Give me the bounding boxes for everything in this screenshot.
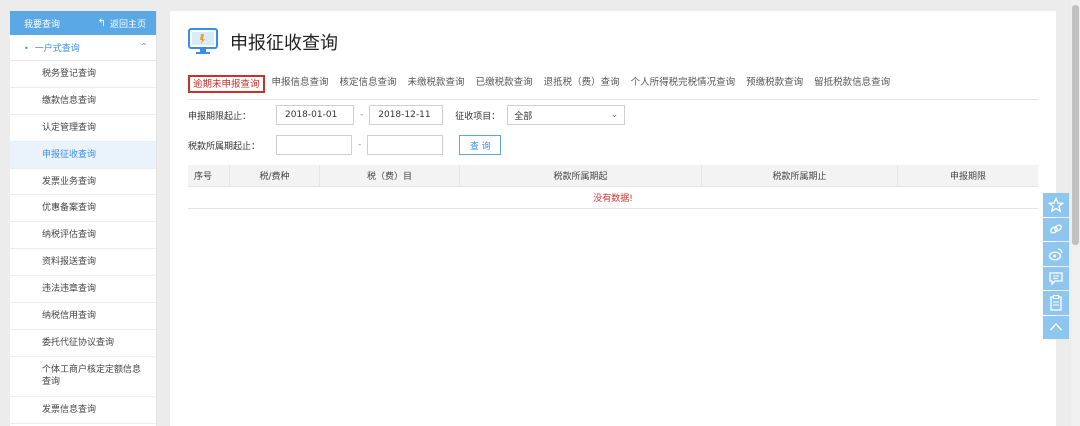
weibo-icon — [1048, 248, 1063, 261]
chevron-down-icon: ⌄ — [610, 110, 619, 120]
favorite-button[interactable] — [1043, 193, 1069, 217]
bullet-icon: • — [24, 44, 29, 53]
no-data-message: 没有数据! — [593, 194, 633, 204]
page-scrollbar[interactable] — [1071, 0, 1080, 426]
period-separator: - — [360, 110, 364, 120]
sidebar-item-label: 申报征收查询 — [42, 149, 97, 160]
project-select-value: 全部 — [514, 111, 533, 122]
sidebar-item-label: 纳税评估查询 — [42, 230, 97, 241]
link-icon — [1050, 224, 1062, 234]
scrollbar-thumb[interactable] — [1072, 5, 1079, 245]
sidebar-header: 我要查询 ↰ 返回主页 — [10, 11, 156, 35]
page-header: 申报征收查询 — [188, 28, 338, 56]
tab-prepaid-tax[interactable]: 预缴税款查询 — [742, 75, 807, 93]
chevron-up-icon — [1049, 323, 1063, 331]
column-header: 序号 — [188, 164, 230, 187]
sidebar-item-tax-registration[interactable]: 税务登记查询 — [10, 61, 156, 88]
sidebar-item-label: 资料报送查询 — [42, 257, 97, 268]
column-header: 税/费种 — [230, 164, 320, 187]
return-arrow-icon: ↰ — [97, 17, 106, 29]
link-button[interactable] — [1043, 217, 1069, 241]
sidebar-group-label: 一户式查询 — [34, 44, 80, 54]
results-table: 序号 税/费种 税（费）目 税款所属期起 税款所属期止 申报期限 没有数据! — [188, 164, 1038, 209]
sidebar-item-document-submission[interactable]: 资料报送查询 — [10, 249, 156, 277]
sidebar-group-one-stop-query[interactable]: • 一户式查询 ⌃ — [10, 35, 156, 61]
monitor-icon — [188, 28, 218, 56]
sidebar-item-label: 优惠备案查询 — [42, 203, 97, 214]
period-label: 申报期限起止： — [188, 111, 252, 122]
tax-period-start-input[interactable] — [276, 135, 352, 155]
sidebar: 我要查询 ↰ 返回主页 • 一户式查询 ⌃ 税务登记查询 缴款信息查询 认定管理查… — [10, 11, 157, 426]
sidebar-item-payment-info[interactable]: 缴款信息查询 — [10, 88, 156, 115]
tab-bar: 逾期未申报查询 申报信息查询 核定信息查询 未缴税款查询 已缴税款查询 退抵税（… — [188, 68, 1038, 100]
tax-period-label: 税款所属期起止： — [188, 141, 261, 152]
main-panel: 申报征收查询 逾期未申报查询 申报信息查询 核定信息查询 未缴税款查询 已缴税款… — [170, 11, 1056, 426]
sidebar-item-individual-business-quota[interactable]: 个体工商户核定定额信息查询 — [10, 357, 156, 397]
sidebar-item-invoice-business[interactable]: 发票业务查询 — [10, 169, 156, 196]
star-icon — [1048, 196, 1064, 213]
sidebar-item-label: 税务登记查询 — [42, 68, 97, 79]
clipboard-icon — [1050, 294, 1062, 311]
project-select[interactable]: 全部 ⌄ — [507, 105, 626, 125]
sidebar-item-label: 缴款信息查询 — [42, 95, 97, 106]
message-button[interactable] — [1043, 266, 1069, 290]
home-link[interactable]: ↰ 返回主页 — [98, 17, 146, 30]
sidebar-item-certification[interactable]: 认定管理查询 — [10, 115, 156, 142]
tab-tax-refund[interactable]: 退抵税（费）查询 — [540, 75, 624, 93]
sidebar-item-invoice-info[interactable]: 发票信息查询 — [10, 397, 156, 424]
sidebar-item-label: 个体工商户核定定额信息查询 — [42, 365, 142, 388]
tab-personal-income-tax[interactable]: 个人所得税完税情况查询 — [627, 75, 740, 93]
column-header: 税（费）目 — [320, 164, 460, 187]
table-header: 序号 税/费种 税（费）目 税款所属期起 税款所属期止 申报期限 — [188, 164, 1038, 187]
period-start-input[interactable]: 2018-01-01 — [276, 105, 354, 125]
table-row: 没有数据! — [188, 187, 1038, 209]
period-filter-row: 申报期限起止： 2018-01-01 - 2018-12-11 征收项目： 全部… — [188, 105, 626, 125]
sidebar-item-label: 发票业务查询 — [42, 176, 97, 187]
page-title: 申报征收查询 — [230, 33, 338, 54]
column-header: 申报期限 — [949, 172, 986, 182]
sidebar-title: 我要查询 — [24, 19, 61, 30]
home-link-label: 返回主页 — [109, 19, 146, 30]
tab-unpaid-tax[interactable]: 未缴税款查询 — [404, 75, 469, 93]
sidebar-item-label: 认定管理查询 — [42, 122, 97, 133]
sidebar-item-tax-assessment[interactable]: 纳税评估查询 — [10, 222, 156, 250]
message-icon — [1049, 272, 1063, 286]
tab-paid-tax[interactable]: 已缴税款查询 — [472, 75, 537, 93]
tax-period-end-input[interactable] — [367, 135, 444, 155]
period-end-input[interactable]: 2018-12-11 — [369, 105, 444, 125]
chevron-up-icon: ⌃ — [139, 42, 148, 53]
sidebar-item-label: 违法违章查询 — [42, 284, 97, 295]
sidebar-item-tax-credit[interactable]: 纳税信用查询 — [10, 303, 156, 330]
back-to-top-button[interactable] — [1043, 315, 1069, 339]
sidebar-item-label: 委托代征协议查询 — [42, 337, 115, 348]
tab-overdue-undeclared[interactable]: 逾期未申报查询 — [188, 74, 265, 93]
column-header: 税款所属期起 — [460, 164, 702, 187]
tab-assessment-info[interactable]: 核定信息查询 — [336, 75, 401, 93]
floating-toolbar — [1043, 193, 1069, 340]
sidebar-item-label: 发票信息查询 — [42, 404, 97, 415]
clipboard-button[interactable] — [1043, 291, 1069, 315]
tab-retained-tax[interactable]: 留抵税款信息查询 — [810, 75, 894, 93]
column-header: 税款所属期止 — [702, 164, 898, 187]
tax-period-separator: - — [358, 140, 362, 150]
tab-declaration-info[interactable]: 申报信息查询 — [268, 75, 333, 93]
project-label: 征收项目： — [455, 111, 501, 122]
sidebar-item-label: 纳税信用查询 — [42, 310, 97, 321]
sidebar-item-preferential-filing[interactable]: 优惠备案查询 — [10, 195, 156, 223]
weibo-button[interactable] — [1043, 242, 1069, 266]
tax-period-filter-row: 税款所属期起止： - 查 询 — [188, 135, 502, 155]
query-button[interactable]: 查 询 — [459, 135, 502, 155]
sidebar-item-violations[interactable]: 违法违章查询 — [10, 276, 156, 304]
sidebar-item-entrusted-collection[interactable]: 委托代征协议查询 — [10, 330, 156, 357]
sidebar-item-declaration-collection[interactable]: 申报征收查询 — [10, 141, 156, 169]
